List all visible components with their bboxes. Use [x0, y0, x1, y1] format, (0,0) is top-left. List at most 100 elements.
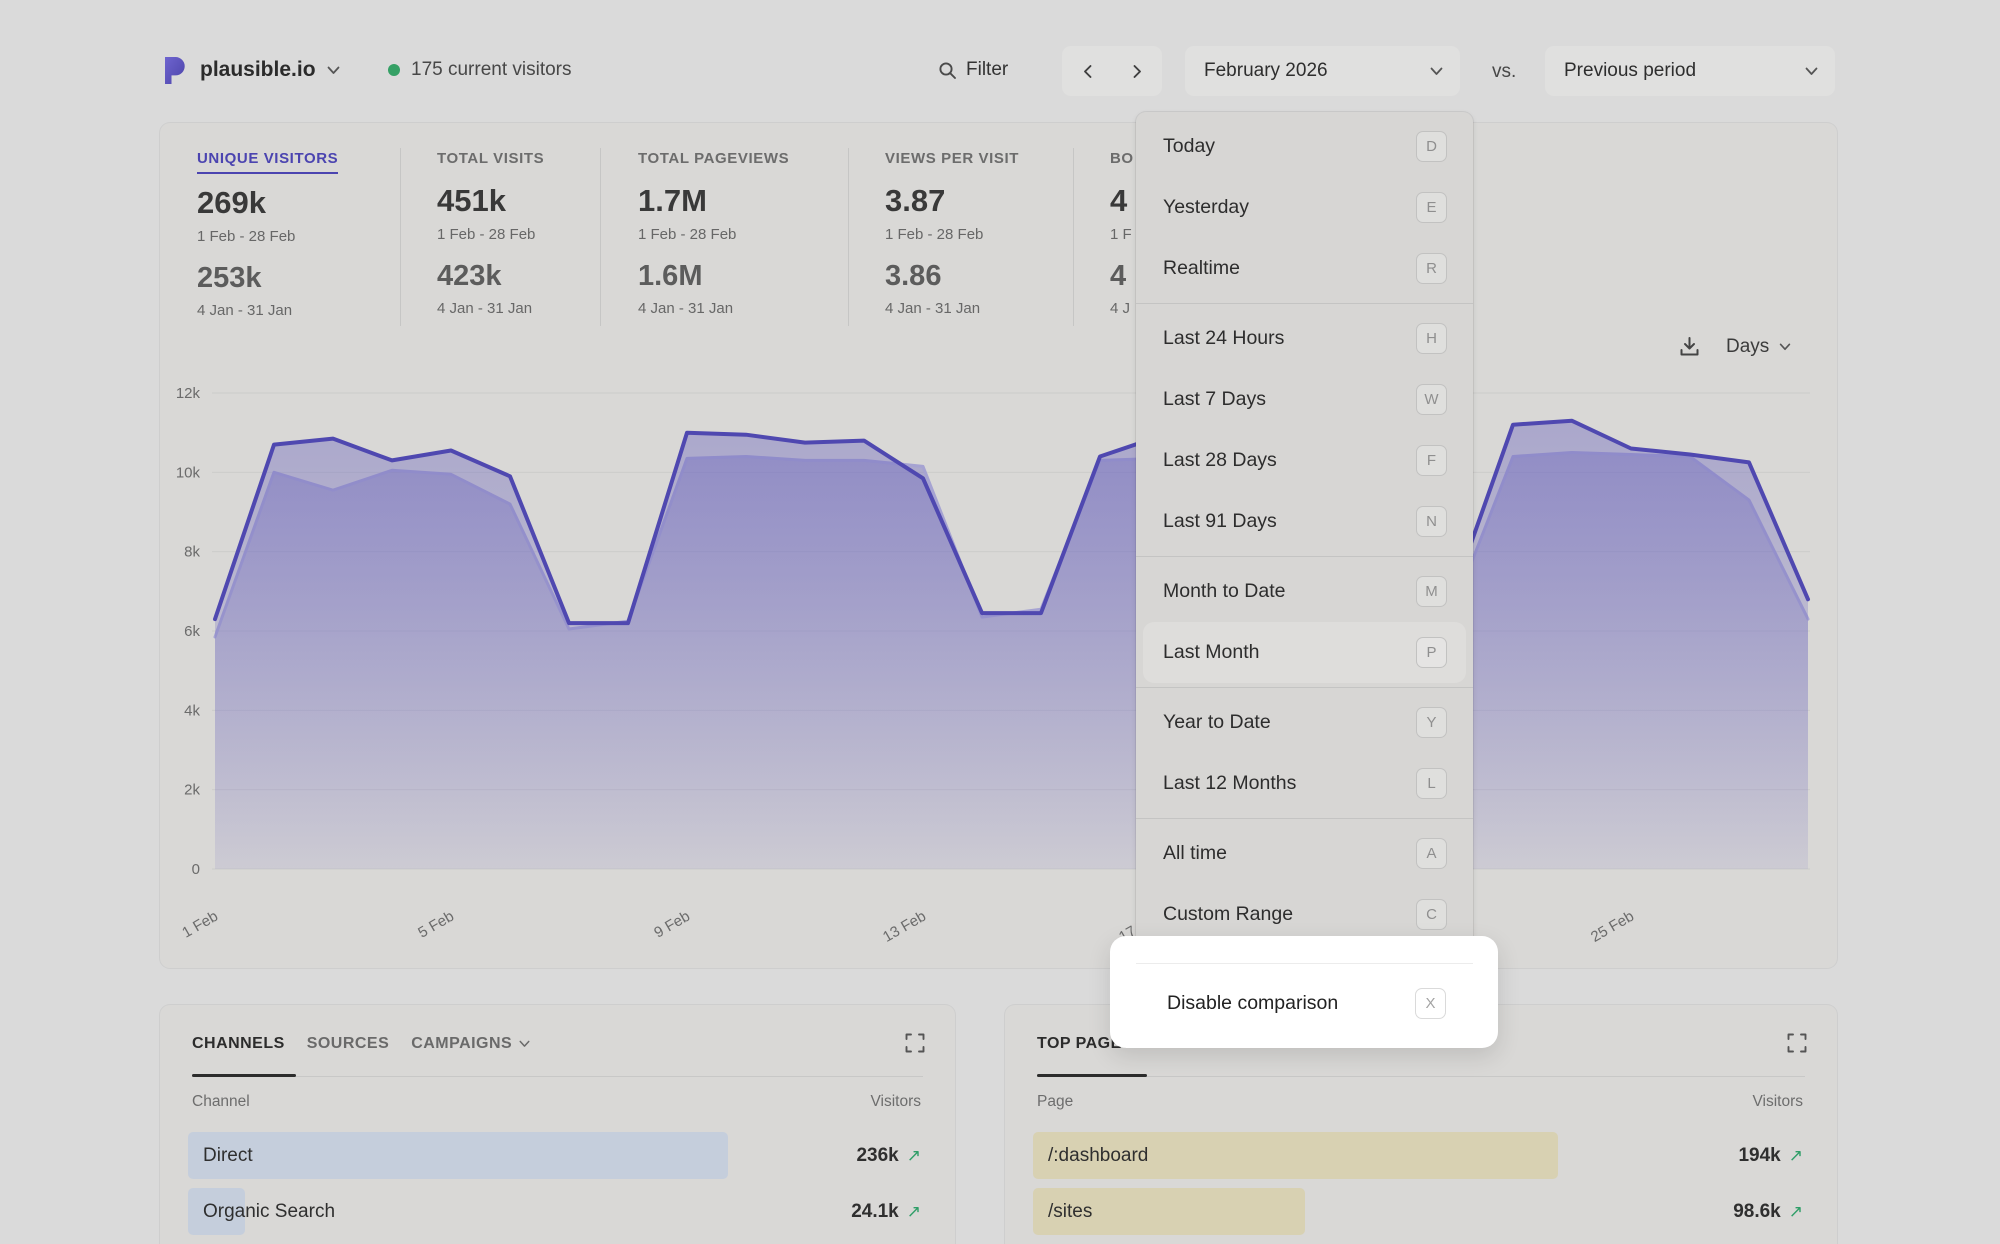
table-row: Organic Search 24.1k ↗ — [188, 1188, 921, 1235]
site-switcher[interactable]: plausible.io — [162, 46, 340, 94]
menu-item-last-12-months[interactable]: Last 12 Months L — [1143, 753, 1466, 814]
menu-item-yesterday[interactable]: Yesterday E — [1143, 177, 1466, 238]
menu-item-last-month[interactable]: Last Month P — [1143, 622, 1466, 683]
shortcut-key: M — [1416, 576, 1447, 607]
divider — [848, 148, 849, 326]
stat-period: 1 Feb - 28 Feb — [197, 228, 338, 245]
shortcut-key: D — [1416, 131, 1447, 162]
expand-icon[interactable] — [905, 1033, 925, 1053]
chevron-down-icon — [327, 66, 340, 75]
svg-text:12k: 12k — [176, 385, 201, 402]
stat-prev-period: 4 Jan - 31 Jan — [885, 300, 1019, 317]
menu-group: Today D Yesterday E Realtime R — [1136, 112, 1473, 303]
trend-up-icon: ↗ — [907, 1188, 921, 1235]
menu-item-realtime[interactable]: Realtime R — [1143, 238, 1466, 299]
shortcut-key: P — [1416, 637, 1447, 668]
stat-prev-period: 4 Jan - 31 Jan — [437, 300, 544, 317]
divider — [400, 148, 401, 326]
vs-label: vs. — [1492, 61, 1516, 83]
comparison-label: Previous period — [1564, 60, 1696, 82]
shortcut-key: X — [1415, 988, 1446, 1019]
stat-prev-period: 4 Jan - 31 Jan — [638, 300, 789, 317]
stat-period: 1 Feb - 28 Feb — [437, 226, 544, 243]
row-label[interactable]: Direct — [203, 1132, 253, 1179]
shortcut-key: L — [1416, 768, 1447, 799]
next-period-button[interactable] — [1112, 46, 1162, 96]
current-visitors-label: 175 current visitors — [411, 59, 572, 81]
menu-item-last-91-days[interactable]: Last 91 Days N — [1143, 491, 1466, 552]
svg-text:13 Feb: 13 Feb — [880, 908, 929, 946]
menu-item-last-24-hours[interactable]: Last 24 Hours H — [1143, 308, 1466, 369]
svg-text:5 Feb: 5 Feb — [415, 908, 457, 942]
search-icon — [938, 61, 957, 80]
row-label[interactable]: /:dashboard — [1048, 1132, 1148, 1179]
table-row: /:dashboard 194k ↗ — [1033, 1132, 1803, 1179]
chevron-down-icon — [1430, 67, 1443, 76]
stat-prev-value: 4 — [1110, 260, 1134, 293]
filter-button[interactable]: Filter — [938, 46, 1008, 94]
date-range-selector[interactable]: February 2026 — [1185, 46, 1460, 96]
main-chart-card: UNIQUE VISITORS 269k 1 Feb - 28 Feb 253k… — [160, 123, 1837, 968]
stat-period: 1 F — [1110, 226, 1134, 243]
menu-item-today[interactable]: Today D — [1143, 116, 1466, 177]
stat-prev-period: 4 Jan - 31 Jan — [197, 302, 338, 319]
svg-text:2k: 2k — [184, 782, 200, 799]
stat-unique-visitors[interactable]: UNIQUE VISITORS 269k 1 Feb - 28 Feb 253k… — [197, 150, 338, 319]
stat-views-per-visit[interactable]: VIEWS PER VISIT 3.87 1 Feb - 28 Feb 3.86… — [885, 150, 1019, 317]
stat-period: 1 Feb - 28 Feb — [885, 226, 1019, 243]
prev-period-button[interactable] — [1062, 46, 1112, 96]
chevron-down-icon — [519, 1040, 530, 1048]
menu-item-last-7-days[interactable]: Last 7 Days W — [1143, 369, 1466, 430]
svg-text:9 Feb: 9 Feb — [651, 908, 693, 942]
divider — [192, 1076, 923, 1077]
column-header-visitors: Visitors — [1752, 1093, 1803, 1111]
menu-item-disable-comparison[interactable]: Disable comparison X — [1167, 972, 1446, 1034]
date-range-menu: Today D Yesterday E Realtime R Last 24 H… — [1136, 112, 1473, 957]
chevron-right-icon — [1132, 64, 1143, 79]
menu-item-all-time[interactable]: All time A — [1143, 823, 1466, 884]
current-visitors[interactable]: 175 current visitors — [388, 46, 572, 94]
menu-group: Last 24 Hours H Last 7 Days W Last 28 Da… — [1136, 304, 1473, 556]
live-dot-icon — [388, 64, 400, 76]
menu-group: All time A Custom Range C — [1136, 819, 1473, 949]
tab-sources[interactable]: SOURCES — [307, 1035, 390, 1053]
row-value: 98.6k ↗ — [1733, 1188, 1803, 1235]
menu-item-last-28-days[interactable]: Last 28 Days F — [1143, 430, 1466, 491]
stat-prev-value: 1.6M — [638, 260, 789, 293]
table-header: Page Visitors — [1037, 1093, 1803, 1111]
shortcut-key: E — [1416, 192, 1447, 223]
menu-group: Year to Date Y Last 12 Months L — [1136, 688, 1473, 818]
date-range-label: February 2026 — [1204, 60, 1328, 82]
menu-item-year-to-date[interactable]: Year to Date Y — [1143, 692, 1466, 753]
stat-prev-value: 3.86 — [885, 260, 1019, 293]
stat-total-visits[interactable]: TOTAL VISITS 451k 1 Feb - 28 Feb 423k 4 … — [437, 150, 544, 317]
stat-value: 1.7M — [638, 183, 789, 219]
expand-icon[interactable] — [1787, 1033, 1807, 1053]
menu-item-month-to-date[interactable]: Month to Date M — [1143, 561, 1466, 622]
trend-up-icon: ↗ — [1789, 1132, 1803, 1179]
svg-text:0: 0 — [192, 861, 200, 878]
svg-text:8k: 8k — [184, 544, 200, 561]
disable-comparison-spotlight: Disable comparison X — [1110, 936, 1498, 1048]
comparison-selector[interactable]: Previous period — [1545, 46, 1835, 96]
chevron-left-icon — [1082, 64, 1093, 79]
stat-period: 1 Feb - 28 Feb — [638, 226, 789, 243]
shortcut-key: R — [1416, 253, 1447, 284]
row-label[interactable]: /sites — [1048, 1188, 1092, 1235]
stat-value: 269k — [197, 185, 338, 221]
svg-text:6k: 6k — [184, 623, 200, 640]
tab-campaigns[interactable]: CAMPAIGNS — [411, 1035, 530, 1053]
menu-divider — [1136, 963, 1473, 964]
stat-bounce-rate[interactable]: BO 4 1 F 4 4 J — [1110, 150, 1134, 317]
tab-channels[interactable]: CHANNELS — [192, 1035, 285, 1053]
channels-tabs: CHANNELS SOURCES CAMPAIGNS — [192, 1035, 530, 1053]
stat-prev-value: 423k — [437, 260, 544, 293]
table-row: /sites 98.6k ↗ — [1033, 1188, 1803, 1235]
visitors-area-chart[interactable]: 02k4k6k8k10k12k1 Feb5 Feb9 Feb13 Feb17 F… — [160, 335, 1837, 965]
row-label[interactable]: Organic Search — [203, 1188, 335, 1235]
chart-series — [215, 421, 1808, 869]
chevron-down-icon — [1805, 67, 1818, 76]
divider — [1037, 1076, 1805, 1077]
stat-total-pageviews[interactable]: TOTAL PAGEVIEWS 1.7M 1 Feb - 28 Feb 1.6M… — [638, 150, 789, 317]
shortcut-key: C — [1416, 899, 1447, 930]
